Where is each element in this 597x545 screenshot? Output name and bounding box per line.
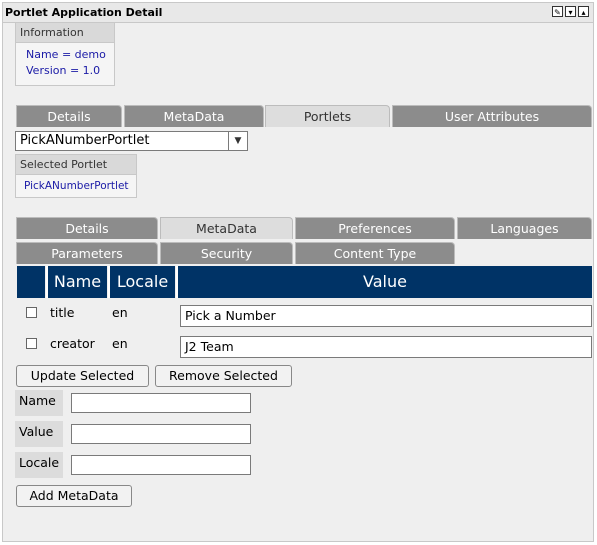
tab-portlets[interactable]: Portlets xyxy=(265,105,390,127)
value-field-label: Value xyxy=(15,421,63,447)
window-controls: ✎ ▾ ▴ xyxy=(552,6,589,17)
subtab-languages-label: Languages xyxy=(490,221,559,236)
name-field-label: Name xyxy=(15,390,63,416)
subtab-metadata[interactable]: MetaData xyxy=(160,217,293,239)
row-checkbox[interactable] xyxy=(26,338,37,349)
remove-selected-button[interactable]: Remove Selected xyxy=(155,365,292,387)
portlet-title: Portlet Application Detail xyxy=(5,6,163,19)
update-selected-button[interactable]: Update Selected xyxy=(16,365,149,387)
subtab-metadata-label: MetaData xyxy=(196,221,257,236)
tab-details-label: Details xyxy=(47,109,91,124)
table-header-name: Name xyxy=(46,266,107,298)
name-field[interactable] xyxy=(71,393,251,413)
app-name-line: Name = demo xyxy=(26,48,106,61)
chevron-down-icon[interactable]: ▼ xyxy=(228,132,247,150)
table-header-value: Value xyxy=(176,266,592,298)
portlet-select-value: PickANumberPortlet xyxy=(20,133,150,148)
subtab-content-type-label: Content Type xyxy=(333,246,417,261)
tab-details[interactable]: Details xyxy=(16,105,122,127)
tab-metadata-label: MetaData xyxy=(163,109,225,124)
portlet-titlebar: Portlet Application Detail ✎ ▾ ▴ xyxy=(3,3,593,23)
subtab-languages[interactable]: Languages xyxy=(457,217,592,239)
locale-field[interactable] xyxy=(71,455,251,475)
row-value-input[interactable]: Pick a Number xyxy=(180,305,592,327)
selected-portlet-header: Selected Portlet xyxy=(16,155,136,175)
portlet-select[interactable]: PickANumberPortlet ▼ xyxy=(15,131,248,151)
selected-portlet-box: Selected Portlet PickANumberPortlet xyxy=(15,154,137,198)
information-header: Information xyxy=(16,23,114,43)
minimize-icon[interactable]: ▾ xyxy=(565,6,576,17)
value-field[interactable] xyxy=(71,424,251,444)
row-checkbox[interactable] xyxy=(26,307,37,318)
maximize-icon[interactable]: ▴ xyxy=(578,6,589,17)
subtab-details-label: Details xyxy=(65,221,109,236)
tab-user-attributes[interactable]: User Attributes xyxy=(392,105,592,127)
row-locale: en xyxy=(112,305,128,320)
subtab-parameters-label: Parameters xyxy=(51,246,123,261)
row-value-input[interactable]: J2 Team xyxy=(180,336,592,358)
app-version-line: Version = 1.0 xyxy=(26,64,101,77)
tab-portlets-label: Portlets xyxy=(303,109,352,124)
tab-metadata[interactable]: MetaData xyxy=(124,105,264,127)
subtab-content-type[interactable]: Content Type xyxy=(295,242,455,264)
subtab-parameters[interactable]: Parameters xyxy=(16,242,158,264)
tab-user-attributes-label: User Attributes xyxy=(444,109,540,124)
locale-field-label: Locale xyxy=(15,452,63,478)
table-header-select xyxy=(17,266,45,298)
subtab-security-label: Security xyxy=(200,246,253,261)
table-header-locale: Locale xyxy=(108,266,175,298)
row-name: creator xyxy=(50,336,95,351)
subtab-preferences[interactable]: Preferences xyxy=(295,217,455,239)
add-metadata-button[interactable]: Add MetaData xyxy=(16,485,132,507)
subtab-preferences-label: Preferences xyxy=(338,221,412,236)
subtab-details[interactable]: Details xyxy=(16,217,158,239)
subtab-security[interactable]: Security xyxy=(160,242,293,264)
row-locale: en xyxy=(112,336,128,351)
row-name: title xyxy=(50,305,75,320)
information-box: Information Name = demo Version = 1.0 xyxy=(15,22,115,86)
selected-portlet-link[interactable]: PickANumberPortlet xyxy=(16,178,136,194)
edit-icon[interactable]: ✎ xyxy=(552,6,563,17)
